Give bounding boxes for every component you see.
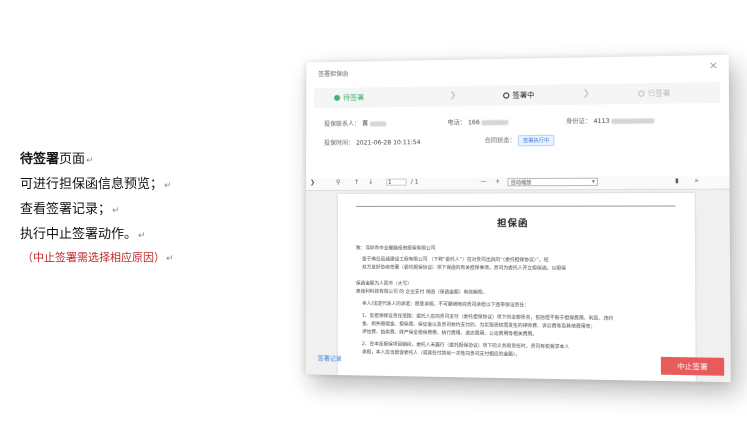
zoom-out-button[interactable]: — [480, 178, 486, 185]
phone-value: 166 [467, 119, 480, 127]
chevron-right-icon: ❯ [582, 88, 590, 98]
zoom-select[interactable]: 自动缩放 ▾ [507, 177, 598, 187]
document-paragraph: 双方友好协商签署（委托担保协议）项下保函的有关担保事项，贵司为委托人开立担保函，… [362, 265, 566, 272]
notes-line-1-text: 可进行担保函信息预览； [20, 177, 164, 192]
page-number-input[interactable] [386, 178, 407, 186]
check-circle-icon [334, 94, 341, 101]
document-body: 致：深圳市中业耀融投资担保有限公司 鉴于南岳后诚建设工程有限公司 （下称“委托人”… [338, 193, 695, 358]
document-paragraph: 奥佳利科技有限公司 的 企业支付 保函（保函金额）有效期限。 [355, 289, 488, 296]
next-page-icon[interactable]: ↓ [368, 179, 373, 186]
notes-red-note-text: （中止签署需选择相应原因） [22, 251, 165, 264]
phone-label: 电话： [447, 119, 466, 127]
notes-line-2: 查看签署记录；↵ [20, 198, 174, 223]
id-info: 身份证： 4113 [566, 115, 655, 125]
more-tools-button[interactable]: » [695, 177, 699, 184]
paragraph-mark-icon: ↵ [112, 206, 120, 216]
document-paragraph: 致：深圳市中业耀融投资担保有限公司 [355, 246, 436, 252]
step-signing: 签署中 [503, 90, 534, 101]
status-info: 合同状态： 签署执行中 [484, 134, 555, 147]
id-value: 4113 [593, 117, 610, 126]
page-total: / 1 [410, 178, 419, 186]
instruction-notes: 待签署页面↵ 可进行担保函信息预览；↵ 查看签署记录；↵ 执行中止签署动作。↵ … [20, 148, 174, 269]
dialog-screenshot: 签署担保函 × 待签署 ❯ 签署中 ❯ 已签署 投保联系人： 黄 电话： 166 [305, 54, 731, 383]
dialog-title: 签署担保函 [318, 70, 349, 79]
header-divider [356, 205, 676, 207]
notes-line-1: 可进行担保函信息预览；↵ [20, 173, 174, 198]
notes-line-3: 执行中止签署动作。↵ [20, 223, 174, 248]
chevron-down-icon: ▾ [592, 178, 595, 185]
time-value: 2021-06-28 10:11:54 [356, 139, 421, 147]
document-page: 担保函 致：深圳市中业耀融投资担保有限公司 鉴于南岳后诚建设工程有限公司 （下称“… [337, 192, 696, 382]
notes-heading-rest: 页面 [59, 152, 86, 167]
notes-heading-bold: 待签署 [20, 152, 60, 167]
circle-icon [638, 90, 645, 97]
phone-info: 电话： 166 [447, 117, 509, 127]
chevron-right-icon: ❯ [449, 90, 457, 100]
sign-dialog: 签署担保函 × 待签署 ❯ 签署中 ❯ 已签署 投保联系人： 黄 电话： 166 [305, 54, 731, 383]
step-label: 已签署 [647, 89, 671, 98]
notes-line-2-text: 查看签署记录； [20, 202, 112, 217]
paragraph-mark-icon: ↵ [138, 231, 146, 241]
pdf-viewer: ❯ ⚲ ↑ ↓ / 1 — + 自动缩放 ▾ ▮ » 担保函 致：深圳市中业耀融… [305, 176, 731, 383]
notes-red-note: （中止签署需选择相应原因）↵ [22, 248, 174, 269]
paragraph-mark-icon: ↵ [166, 254, 174, 264]
applicant-value: 黄 [362, 120, 369, 128]
sign-record-link[interactable]: 签署记录 [318, 354, 342, 363]
step-label: 签署中 [512, 91, 535, 100]
step-label: 待签署 [343, 93, 365, 102]
step-pending-sign: 待签署 [334, 92, 364, 102]
id-label: 身份证： [565, 117, 592, 126]
search-icon[interactable]: ⚲ [336, 179, 340, 186]
paragraph-mark-icon: ↵ [164, 181, 172, 191]
redacted-block [611, 118, 655, 124]
redacted-block [370, 121, 387, 127]
step-progress: 待签署 ❯ 签署中 ❯ 已签署 [314, 82, 721, 109]
zoom-in-button[interactable]: + [495, 178, 500, 185]
step-signed: 已签署 [638, 88, 670, 99]
notes-line-3-text: 执行中止签署动作。 [20, 227, 138, 242]
applicant-info: 投保联系人： 黄 [324, 118, 387, 128]
stop-sign-button[interactable]: 中止签署 [660, 356, 725, 376]
circle-icon [503, 92, 510, 99]
sidebar-toggle-icon[interactable]: ❯ [310, 179, 315, 186]
paragraph-mark-icon: ↵ [86, 156, 94, 166]
time-label: 投保时间： [324, 139, 355, 147]
document-paragraph: 本人/法定代表人的承诺：愿意承担，不可撤销地向贵司承担以下连带保证责任： [361, 301, 530, 309]
status-badge: 签署执行中 [517, 134, 555, 147]
pdf-toolbar: ❯ ⚲ ↑ ↓ / 1 — + 自动缩放 ▾ ▮ » [306, 176, 730, 192]
prev-page-icon[interactable]: ↑ [354, 179, 359, 186]
time-info: 投保时间： 2021-06-28 10:11:54 [324, 137, 420, 147]
bookmark-icon[interactable]: ▮ [675, 177, 679, 184]
document-title: 担保函 [497, 219, 529, 230]
redacted-block [481, 119, 509, 126]
status-label: 合同状态： [484, 137, 516, 145]
notes-heading: 待签署页面↵ [20, 148, 174, 173]
close-icon[interactable]: × [709, 60, 718, 72]
zoom-value: 自动缩放 [510, 179, 532, 186]
applicant-label: 投保联系人： [324, 120, 361, 128]
